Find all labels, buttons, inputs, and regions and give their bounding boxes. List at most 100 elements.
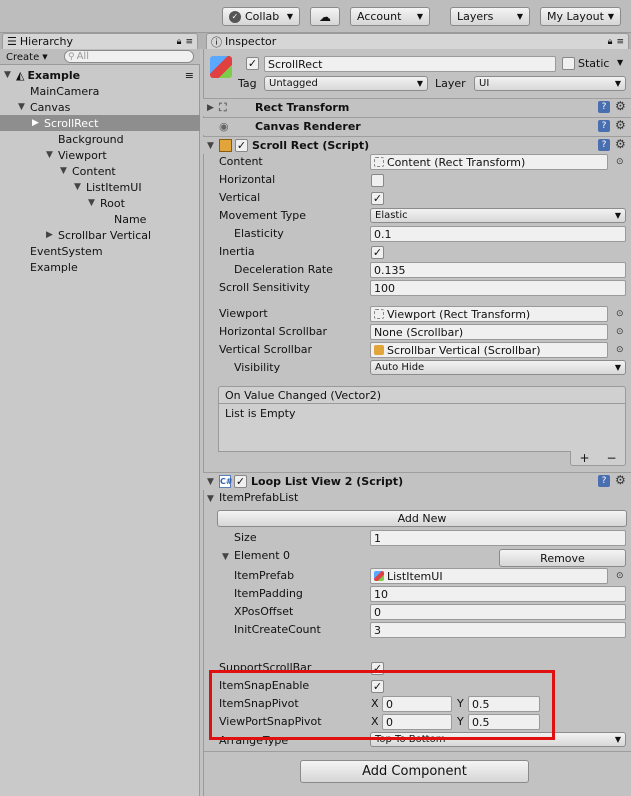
search-input[interactable]: ⚲ All xyxy=(64,50,194,63)
help-icon[interactable]: ? xyxy=(598,101,610,113)
expand-right-icon[interactable]: ▶ xyxy=(46,230,58,240)
object-picker-icon[interactable]: ⊙ xyxy=(616,309,624,319)
chevron-down-icon[interactable]: ▼ xyxy=(617,58,623,67)
rect-transform-header[interactable]: ▶ ⛶ Rect Transform xyxy=(203,98,631,116)
sensitivity-field[interactable]: 100 xyxy=(370,280,626,296)
loop-list-enabled-checkbox[interactable]: ✓ xyxy=(234,475,247,488)
static-checkbox[interactable] xyxy=(562,57,575,70)
hierarchy-item[interactable]: Example xyxy=(0,259,200,275)
hscroll-field[interactable]: None (Scrollbar) xyxy=(370,324,608,340)
hierarchy-item[interactable]: ▼ Content xyxy=(0,163,200,179)
account-button[interactable]: Account ▼ xyxy=(350,7,430,26)
gear-icon[interactable]: ⚙ xyxy=(615,137,626,151)
hierarchy-item[interactable]: Name xyxy=(0,211,200,227)
hierarchy-item[interactable]: ▼ ListItemUI xyxy=(0,179,200,195)
lock-icon[interactable]: 🔒︎ xyxy=(177,37,182,47)
gear-icon[interactable]: ⚙ xyxy=(615,99,626,113)
expand-right-icon[interactable]: ▶ xyxy=(207,103,219,113)
init-count-field[interactable]: 3 xyxy=(370,622,626,638)
canvas-renderer-header[interactable]: ◉ Canvas Renderer xyxy=(203,117,631,135)
checkmark-icon: ✓ xyxy=(229,10,241,23)
vertical-checkbox[interactable]: ✓ xyxy=(371,192,384,205)
viewport-field[interactable]: Viewport (Rect Transform) xyxy=(370,306,608,322)
visibility-dropdown[interactable]: Auto Hide ▼ xyxy=(370,360,626,375)
hierarchy-item[interactable]: EventSystem xyxy=(0,243,200,259)
expand-right-icon[interactable]: ▶ xyxy=(32,118,44,128)
help-icon[interactable]: ? xyxy=(598,120,610,132)
object-picker-icon[interactable]: ⊙ xyxy=(616,157,624,167)
gear-icon[interactable]: ⚙ xyxy=(615,473,626,487)
object-picker-icon[interactable]: ⊙ xyxy=(616,345,624,355)
minus-icon[interactable]: − xyxy=(606,451,616,465)
item-prefab-field[interactable]: ListItemUI xyxy=(370,568,608,584)
tag-dropdown[interactable]: Untagged ▼ xyxy=(264,76,428,91)
hierarchy-item[interactable]: ▼ Viewport xyxy=(0,147,200,163)
vscroll-field[interactable]: Scrollbar Vertical (Scrollbar) xyxy=(370,342,608,358)
scroll-rect-enabled-checkbox[interactable]: ✓ xyxy=(235,139,248,152)
expand-down-icon[interactable]: ▼ xyxy=(207,494,219,504)
object-picker-icon[interactable]: ⊙ xyxy=(616,571,624,581)
object-picker-icon[interactable]: ⊙ xyxy=(616,327,624,337)
deceleration-field[interactable]: 0.135 xyxy=(370,262,626,278)
add-new-button[interactable]: Add New xyxy=(217,510,627,527)
create-button[interactable]: Create ▼ xyxy=(6,50,48,64)
menu-icon[interactable]: ≡ xyxy=(616,37,624,47)
active-checkbox[interactable]: ✓ xyxy=(246,57,259,70)
static-label: Static xyxy=(578,57,610,70)
hierarchy-item[interactable]: ▼ Root xyxy=(0,195,200,211)
element-label[interactable]: ▼ Element 0 xyxy=(222,549,290,562)
search-placeholder: All xyxy=(76,51,89,62)
horizontal-checkbox[interactable] xyxy=(371,174,384,187)
hierarchy-item[interactable]: ▶ Scrollbar Vertical xyxy=(0,227,200,243)
layer-dropdown[interactable]: UI ▼ xyxy=(474,76,626,91)
event-empty-text: List is Empty xyxy=(225,407,296,420)
event-footer: + − xyxy=(570,451,626,466)
add-component-button[interactable]: Add Component xyxy=(300,760,529,783)
visibility-label: Visibility xyxy=(234,361,281,374)
elasticity-field[interactable]: 0.1 xyxy=(370,226,626,242)
expand-down-icon[interactable]: ▼ xyxy=(222,552,234,562)
hierarchy-item[interactable]: ▶ ScrollRect xyxy=(0,115,200,131)
expand-down-icon[interactable]: ▼ xyxy=(88,198,100,208)
gear-icon[interactable]: ⚙ xyxy=(615,118,626,132)
expand-down-icon[interactable]: ▼ xyxy=(18,102,30,112)
scene-row[interactable]: ▼ ◭ Example ≡ xyxy=(0,67,200,83)
event-title: On Value Changed (Vector2) xyxy=(225,388,382,402)
chevron-down-icon: ▼ xyxy=(607,12,614,21)
xpos-field[interactable]: 0 xyxy=(370,604,626,620)
plus-icon[interactable]: + xyxy=(579,451,589,465)
movement-type-dropdown[interactable]: Elastic ▼ xyxy=(370,208,626,223)
hierarchy-item[interactable]: Background xyxy=(0,131,200,147)
tab-inspector[interactable]: ⓘ Inspector 🔒︎ ≡ xyxy=(206,33,629,49)
content-label: Content xyxy=(219,155,263,168)
create-label: Create xyxy=(6,51,40,63)
menu-icon[interactable]: ≡ xyxy=(185,37,193,47)
hierarchy-item[interactable]: ▼ Canvas xyxy=(0,99,200,115)
padding-field[interactable]: 10 xyxy=(370,586,626,602)
collab-button[interactable]: ✓ Collab ▼ xyxy=(222,7,300,26)
cloud-button[interactable]: ☁ xyxy=(310,7,340,26)
menu-icon[interactable]: ≡ xyxy=(185,69,194,82)
object-name-field[interactable]: ScrollRect xyxy=(264,56,556,72)
inertia-checkbox[interactable]: ✓ xyxy=(371,246,384,259)
add-new-label: Add New xyxy=(397,512,447,525)
layout-button[interactable]: My Layout ▼ xyxy=(540,7,621,26)
loop-list-header[interactable]: ▼ C# ✓ Loop List View 2 (Script) xyxy=(203,472,631,490)
expand-down-icon[interactable]: ▼ xyxy=(60,166,72,176)
expand-down-icon[interactable]: ▼ xyxy=(207,477,219,487)
expand-down-icon[interactable]: ▼ xyxy=(74,182,86,192)
layers-button[interactable]: Layers ▼ xyxy=(450,7,530,26)
tab-hierarchy[interactable]: ☰ Hierarchy 🔒︎ ≡ xyxy=(2,33,198,49)
expand-down-icon[interactable]: ▼ xyxy=(46,150,58,160)
hierarchy-item[interactable]: MainCamera xyxy=(0,83,200,99)
size-field[interactable]: 1 xyxy=(370,530,626,546)
remove-button[interactable]: Remove xyxy=(499,549,626,567)
help-icon[interactable]: ? xyxy=(598,139,610,151)
size-value: 1 xyxy=(374,531,381,545)
help-icon[interactable]: ? xyxy=(598,475,610,487)
expand-down-icon[interactable]: ▼ xyxy=(207,141,219,151)
expand-down-icon[interactable]: ▼ xyxy=(4,70,16,80)
lock-icon[interactable]: 🔒︎ xyxy=(608,37,613,47)
content-field[interactable]: Content (Rect Transform) xyxy=(370,154,608,170)
scroll-rect-header[interactable]: ▼ ✓ Scroll Rect (Script) xyxy=(203,136,631,154)
